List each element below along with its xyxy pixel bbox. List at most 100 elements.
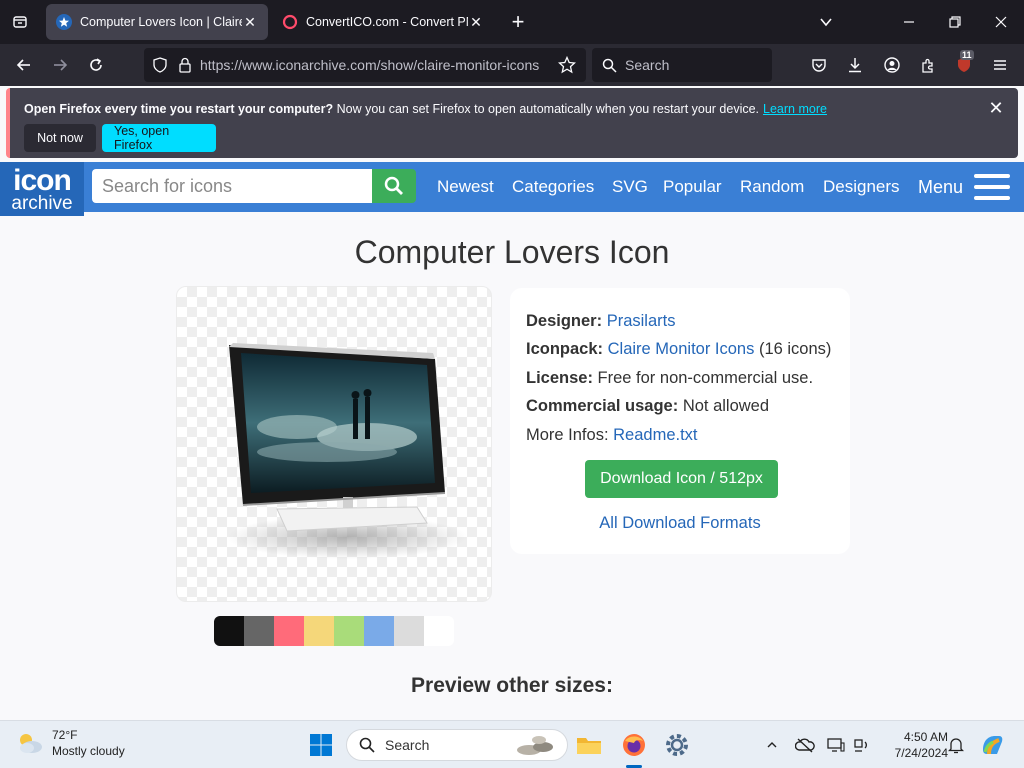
search-icon — [359, 737, 375, 753]
designer-link[interactable]: Prasilarts — [607, 312, 676, 330]
more-infos-label: More Infos: — [526, 426, 614, 444]
page-title: Computer Lovers Icon — [354, 234, 670, 270]
learn-more-link[interactable]: Learn more — [763, 102, 827, 116]
iconpack-count: (16 icons) — [754, 340, 832, 358]
taskbar-search-box[interactable]: Search — [346, 729, 568, 761]
list-all-tabs-button[interactable] — [0, 0, 40, 44]
swatch-white[interactable] — [424, 616, 454, 646]
reload-icon[interactable] — [81, 50, 111, 80]
swatch-black[interactable] — [214, 616, 244, 646]
readme-link[interactable]: Readme.txt — [613, 426, 697, 444]
commercial-usage-row: Commercial usage: Not allowed — [526, 397, 769, 416]
nav-popular[interactable]: Popular — [663, 162, 722, 212]
star-favicon-icon — [56, 14, 72, 30]
converticon-favicon-icon — [282, 14, 298, 30]
hamburger-menu-icon[interactable] — [985, 50, 1015, 80]
back-arrow-icon[interactable] — [9, 50, 39, 80]
notification-bold-text: Open Firefox every time you restart your… — [24, 102, 334, 116]
close-notification-icon[interactable]: ✕ — [984, 96, 1008, 120]
iconpack-row: Iconpack: Claire Monitor Icons (16 icons… — [526, 340, 831, 359]
new-tab-button[interactable]: + — [504, 8, 532, 36]
notification-bell-icon[interactable] — [944, 733, 968, 757]
license-value: Free for non-commercial use. — [592, 369, 814, 387]
firefox-autostart-notification: Open Firefox every time you restart your… — [6, 88, 1018, 158]
preview-other-sizes-heading: Preview other sizes: — [411, 674, 613, 697]
browser-search-field[interactable]: Search — [592, 48, 772, 82]
windows-taskbar: 72°F Mostly cloudy Search 4:50 AM 7/24/2… — [0, 720, 1024, 768]
license-row: License: Free for non-commercial use. — [526, 369, 813, 388]
iconarchive-logo[interactable]: icon archive — [0, 162, 84, 216]
swatch-gray[interactable] — [244, 616, 274, 646]
onedrive-offline-icon[interactable] — [793, 733, 817, 757]
swatch-light-gray[interactable] — [394, 616, 424, 646]
lock-icon[interactable] — [178, 57, 192, 73]
firefox-icon[interactable] — [618, 729, 650, 761]
weather-condition: Mostly cloudy — [52, 744, 125, 758]
url-text[interactable]: https://www.iconarchive.com/show/claire-… — [200, 57, 540, 73]
copilot-icon[interactable] — [976, 729, 1008, 761]
site-menu-icon[interactable] — [974, 174, 1010, 200]
shield-icon[interactable] — [152, 57, 168, 73]
all-download-formats-link[interactable]: All Download Formats — [510, 514, 850, 533]
license-label: License: — [526, 369, 593, 387]
icon-info-card: Designer: Prasilarts Iconpack: Claire Mo… — [510, 288, 850, 554]
cloudy-weather-icon — [20, 734, 42, 753]
close-window-icon[interactable] — [978, 0, 1024, 44]
swatch-red[interactable] — [274, 616, 304, 646]
close-tab-icon[interactable]: ✕ — [242, 14, 258, 30]
network-volume-icon[interactable] — [850, 733, 874, 757]
url-bar[interactable]: https://www.iconarchive.com/show/claire-… — [144, 48, 586, 82]
iconpack-label: Iconpack: — [526, 340, 604, 358]
nav-categories[interactable]: Categories — [512, 162, 594, 212]
display-icon[interactable] — [824, 733, 848, 757]
navigation-toolbar: https://www.iconarchive.com/show/claire-… — [0, 44, 1024, 86]
forward-arrow-icon[interactable] — [45, 50, 75, 80]
close-tab-icon[interactable]: ✕ — [468, 14, 484, 30]
settings-gear-icon[interactable] — [661, 729, 693, 761]
weather-widget[interactable]: 72°F Mostly cloudy — [16, 727, 125, 759]
download-icon-button[interactable]: Download Icon / 512px — [585, 460, 778, 498]
tab-title: ConvertICO.com - Convert PNG — [306, 15, 468, 29]
swatch-green[interactable] — [334, 616, 364, 646]
swatch-yellow[interactable] — [304, 616, 334, 646]
iconpack-link[interactable]: Claire Monitor Icons — [608, 340, 755, 358]
more-infos-row: More Infos: Readme.txt — [526, 426, 698, 445]
pocket-icon[interactable] — [804, 50, 834, 80]
restore-icon[interactable] — [932, 0, 978, 44]
extensions-icon[interactable] — [913, 50, 943, 80]
search-icon — [384, 176, 403, 195]
show-hidden-icons-chevron-icon[interactable] — [760, 733, 784, 757]
bookmark-star-icon[interactable] — [558, 56, 576, 74]
system-clock[interactable]: 4:50 AM 7/24/2024 — [878, 729, 948, 761]
account-icon[interactable] — [877, 50, 907, 80]
tab-title: Computer Lovers Icon | Claire — [80, 15, 242, 29]
nav-random[interactable]: Random — [740, 162, 804, 212]
swatch-blue[interactable] — [364, 616, 394, 646]
site-search-button[interactable] — [372, 169, 416, 203]
minimize-icon[interactable] — [886, 0, 932, 44]
designer-row: Designer: Prasilarts — [526, 312, 675, 331]
yes-open-firefox-button[interactable]: Yes, open Firefox — [102, 124, 216, 152]
clock-time: 4:50 AM — [903, 730, 948, 744]
taskbar-search-label: Search — [385, 737, 430, 753]
search-highlight-stones-icon — [515, 734, 559, 756]
tab-iconarchive[interactable]: Computer Lovers Icon | Claire ✕ — [46, 4, 268, 40]
site-search-input[interactable]: Search for icons — [92, 169, 372, 203]
not-now-button[interactable]: Not now — [24, 124, 96, 152]
nav-newest[interactable]: Newest — [437, 162, 494, 212]
menu-label[interactable]: Menu — [918, 162, 963, 212]
tab-converticon[interactable]: ConvertICO.com - Convert PNG ✕ — [272, 4, 494, 40]
tab-strip: Computer Lovers Icon | Claire ✕ ConvertI… — [0, 0, 1024, 44]
tab-overflow-chevron-icon[interactable] — [812, 8, 840, 36]
file-explorer-icon[interactable] — [573, 729, 605, 761]
search-placeholder: Search — [625, 57, 670, 73]
clock-date: 7/24/2024 — [894, 746, 948, 760]
extension-badge: 11 — [960, 50, 974, 60]
nav-designers[interactable]: Designers — [823, 162, 900, 212]
notification-body-text: Now you can set Firefox to open automati… — [333, 102, 760, 116]
notification-message: Open Firefox every time you restart your… — [24, 102, 827, 116]
nav-svg[interactable]: SVG — [612, 162, 648, 212]
tab-list-icon — [13, 16, 27, 28]
windows-start-icon[interactable] — [305, 729, 337, 761]
downloads-icon[interactable] — [840, 50, 870, 80]
